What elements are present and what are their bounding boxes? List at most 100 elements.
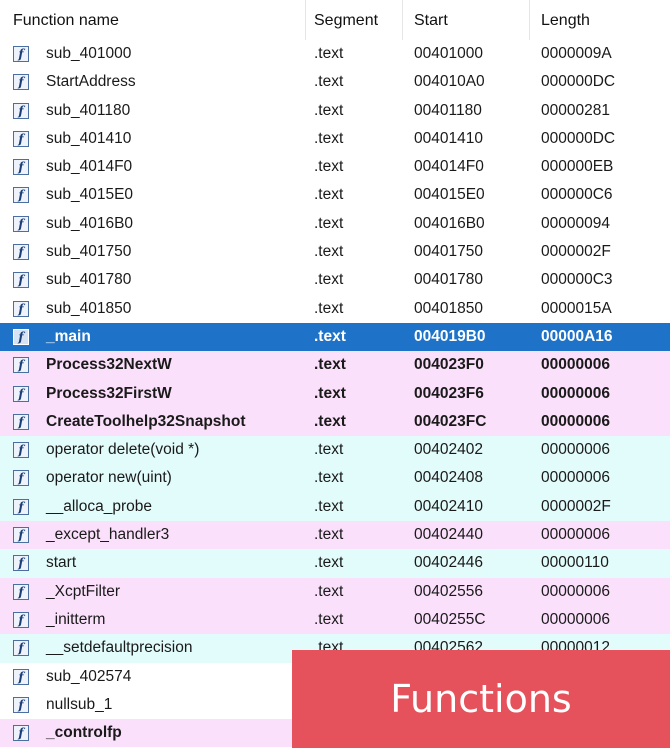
functions-caption-banner: Functions: [292, 650, 670, 748]
start-address-cell: 00402402: [414, 441, 483, 459]
function-icon: f: [13, 102, 29, 119]
function-icon: f: [13, 130, 29, 147]
function-icon-glyph: f: [13, 328, 29, 345]
table-row[interactable]: f __alloca_probe .text 00402410 0000002F: [0, 492, 670, 522]
function-name-cell: sub_4015E0: [46, 186, 134, 204]
length-cell: 00000A16: [541, 327, 613, 345]
length-cell: 000000C3: [541, 271, 613, 289]
start-address-cell: 004016B0: [414, 214, 485, 232]
start-address-cell: 0040255C: [414, 610, 486, 628]
function-icon-glyph: f: [13, 159, 29, 176]
start-address-cell: 00401850: [414, 299, 483, 317]
table-row[interactable]: f sub_401850 .text 00401850 0000015A: [0, 294, 670, 323]
function-name-cell: _XcptFilter: [46, 582, 121, 600]
start-address-cell: 00402440: [414, 526, 483, 544]
function-icon-glyph: f: [13, 527, 29, 544]
function-icon: f: [13, 159, 29, 176]
table-row-selected[interactable]: f _main .text 004019B0 00000A16: [0, 322, 670, 352]
function-icon: f: [13, 725, 29, 742]
function-icon-glyph: f: [13, 300, 29, 317]
segment-cell: .text: [314, 327, 346, 345]
table-row[interactable]: f sub_401180 .text 00401180 00000281: [0, 96, 670, 125]
segment-cell: .text: [314, 299, 344, 317]
length-cell: 00000006: [541, 469, 610, 487]
table-row[interactable]: f _except_handler3 .text 00402440 00000006: [0, 521, 670, 550]
length-cell: 000000DC: [541, 129, 616, 147]
segment-cell: .text: [314, 497, 344, 515]
function-icon: f: [13, 300, 29, 317]
length-cell: 00000006: [541, 412, 610, 430]
table-row[interactable]: f operator delete(void *) .text 00402402 000…: [0, 436, 670, 465]
function-name-cell: Process32FirstW: [46, 384, 172, 402]
table-row[interactable]: f Process32NextW .text 004023F0 00000006: [0, 351, 670, 380]
start-address-cell: 004015E0: [414, 186, 485, 204]
start-address-cell: 004023FC: [414, 412, 487, 430]
function-icon: f: [13, 187, 29, 204]
function-name-cell: sub_401850: [46, 299, 132, 317]
function-icon: f: [13, 583, 29, 600]
length-cell: 00000110: [541, 554, 609, 572]
start-address-cell: 00402410: [414, 497, 483, 515]
function-name-cell: _except_handler3: [46, 526, 170, 544]
function-icon: f: [13, 385, 29, 402]
column-header-segment[interactable]: Segment: [314, 0, 378, 40]
table-header: Function name Segment Start Length: [0, 0, 670, 40]
function-icon: f: [13, 555, 29, 572]
start-address-cell: 004010A0: [414, 73, 485, 91]
segment-cell: .text: [314, 158, 344, 176]
segment-cell: .text: [314, 271, 344, 289]
table-row[interactable]: f sub_401750 .text 00401750 0000002F: [0, 238, 670, 267]
function-icon-glyph: f: [13, 74, 29, 91]
segment-cell: .text: [314, 582, 344, 600]
function-icon: f: [13, 611, 29, 628]
segment-cell: .text: [314, 412, 346, 430]
function-name-cell: sub_401000: [46, 45, 132, 62]
function-icon-glyph: f: [13, 46, 29, 62]
table-row[interactable]: f sub_401000 .text 00401000 0000009A: [0, 40, 670, 69]
length-cell: 0000015A: [541, 299, 612, 317]
segment-cell: .text: [314, 243, 344, 261]
table-row[interactable]: f sub_401410 .text 00401410 000000DC: [0, 124, 670, 154]
table-row[interactable]: f sub_4014F0 .text 004014F0 000000EB: [0, 153, 670, 182]
function-icon-glyph: f: [13, 215, 29, 232]
table-row[interactable]: f Process32FirstW .text 004023F6 00000006: [0, 379, 670, 408]
table-row[interactable]: f StartAddress .text 004010A0 000000DC: [0, 68, 670, 97]
start-address-cell: 00401780: [414, 271, 483, 289]
column-divider[interactable]: [402, 0, 403, 40]
function-icon: f: [13, 328, 29, 345]
table-row[interactable]: f _XcptFilter .text 00402556 00000006: [0, 577, 670, 606]
function-name-cell: sub_401750: [46, 243, 132, 261]
column-header-start[interactable]: Start: [414, 0, 448, 40]
table-row[interactable]: f sub_401780 .text 00401780 000000C3: [0, 266, 670, 295]
length-cell: 00000006: [541, 384, 610, 402]
length-cell: 00000006: [541, 441, 610, 459]
function-icon: f: [13, 527, 29, 544]
table-row[interactable]: f _initterm .text 0040255C 00000006: [0, 605, 670, 635]
segment-cell: .text: [314, 356, 346, 374]
start-address-cell: 00401180: [414, 101, 482, 119]
length-cell: 00000006: [541, 526, 610, 544]
table-row[interactable]: f sub_4016B0 .text 004016B0 00000094: [0, 209, 670, 239]
function-icon: f: [13, 498, 29, 515]
length-cell: 00000006: [541, 582, 610, 600]
table-row[interactable]: f start .text 00402446 00000110: [0, 549, 670, 578]
function-icon: f: [13, 357, 29, 374]
table-row[interactable]: f CreateToolhelp32Snapshot .text 004023FC 00…: [0, 407, 670, 437]
column-header-length[interactable]: Length: [541, 0, 590, 40]
function-icon-glyph: f: [13, 498, 29, 515]
column-header-function-name[interactable]: Function name: [13, 0, 119, 40]
segment-cell: .text: [314, 469, 344, 487]
function-icon-glyph: f: [13, 555, 29, 572]
table-row[interactable]: f sub_4015E0 .text 004015E0 000000C6: [0, 181, 670, 210]
length-cell: 0000009A: [541, 45, 612, 62]
function-icon-glyph: f: [13, 470, 29, 487]
table-row[interactable]: f operator new(uint) .text 00402408 00000006: [0, 464, 670, 493]
column-divider[interactable]: [529, 0, 530, 40]
function-name-cell: __setdefaultprecision: [46, 639, 193, 657]
function-name-cell: nullsub_1: [46, 695, 113, 713]
column-divider[interactable]: [305, 0, 306, 40]
function-name-cell: StartAddress: [46, 73, 136, 91]
length-cell: 000000DC: [541, 73, 616, 91]
function-name-cell: __alloca_probe: [46, 497, 153, 515]
segment-cell: .text: [314, 554, 344, 572]
